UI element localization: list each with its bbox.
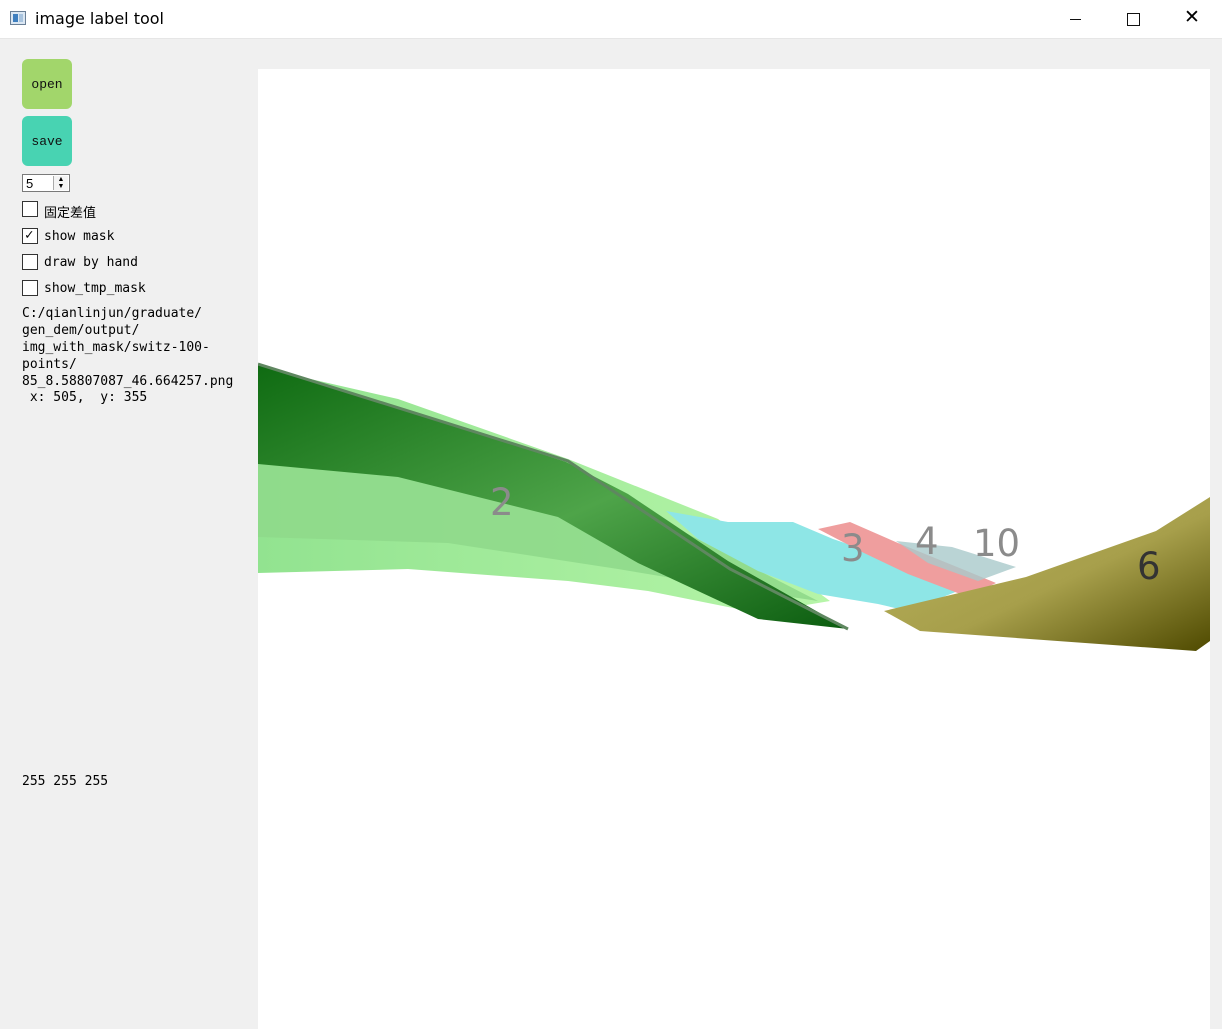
region-label-2: 2 bbox=[490, 481, 514, 524]
region-label-3: 3 bbox=[841, 527, 865, 570]
maximize-icon bbox=[1127, 13, 1140, 26]
region-label-6: 6 bbox=[1137, 545, 1161, 588]
checkmark-icon: ✓ bbox=[25, 227, 34, 243]
draw-by-hand-checkbox[interactable] bbox=[22, 254, 38, 270]
open-button[interactable]: open bbox=[22, 59, 72, 109]
number-spinbox[interactable]: 5 ▲ ▼ bbox=[22, 174, 70, 192]
save-button[interactable]: save bbox=[22, 116, 72, 166]
spinbox-arrows-icon[interactable]: ▲ ▼ bbox=[53, 176, 68, 190]
terrain-mask-render bbox=[258, 362, 1210, 651]
close-icon: ✕ bbox=[1184, 6, 1200, 28]
show-tmp-mask-checkbox[interactable] bbox=[22, 280, 38, 296]
minimize-icon bbox=[1070, 19, 1081, 20]
fixed-difference-checkbox[interactable] bbox=[22, 201, 38, 217]
show-tmp-mask-label: show_tmp_mask bbox=[44, 281, 146, 296]
region-label-10: 10 bbox=[973, 522, 1021, 565]
show-mask-label: show mask bbox=[44, 229, 115, 244]
pixel-rgb-value: 255 255 255 bbox=[22, 774, 109, 789]
image-canvas[interactable]: 2 3 4 10 6 bbox=[258, 69, 1210, 1029]
close-button[interactable]: ✕ bbox=[1162, 0, 1220, 38]
window-title: image label tool bbox=[35, 9, 164, 28]
cursor-coordinates: x: 505, y: 355 bbox=[22, 390, 148, 405]
title-bar: image label tool ✕ bbox=[0, 0, 1222, 39]
fixed-difference-label: 固定差值 bbox=[44, 206, 97, 221]
app-icon bbox=[10, 11, 26, 25]
minimize-button[interactable] bbox=[1046, 0, 1104, 38]
region-label-4: 4 bbox=[915, 520, 939, 563]
spinbox-value: 5 bbox=[26, 176, 34, 191]
maximize-button[interactable] bbox=[1104, 0, 1162, 38]
show-mask-checkbox[interactable]: ✓ bbox=[22, 227, 38, 244]
draw-by-hand-label: draw by hand bbox=[44, 255, 138, 270]
image-file-path: C:/qianlinjun/graduate/ gen_dem/output/ … bbox=[22, 306, 234, 389]
